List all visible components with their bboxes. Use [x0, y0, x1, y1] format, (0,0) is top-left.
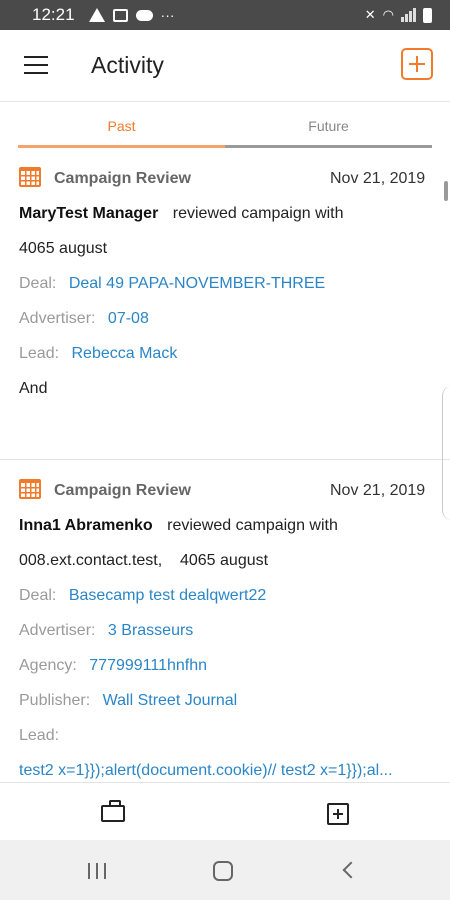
- home-icon[interactable]: [213, 861, 233, 881]
- warning-icon: [88, 8, 105, 22]
- activity-card[interactable]: Campaign Review Nov 21, 2019 MaryTest Ma…: [0, 148, 450, 459]
- briefcase-icon[interactable]: [101, 800, 125, 822]
- lead-label: Lead:: [19, 727, 60, 744]
- calendar-icon: [19, 167, 41, 187]
- page-title: Activity: [91, 52, 164, 78]
- tab-bar: Past Future: [18, 104, 432, 148]
- lead-link[interactable]: Rebecca Mack: [72, 345, 178, 362]
- wifi-icon: ◠: [382, 7, 394, 22]
- publisher-label: Publisher:: [19, 692, 91, 709]
- bottom-nav: [0, 782, 450, 840]
- lead-link[interactable]: test2 x=1}});alert(document.cookie)// te…: [19, 762, 433, 780]
- calendar-icon: [19, 479, 41, 499]
- cloud-icon: [135, 9, 153, 21]
- action-text: reviewed campaign with: [167, 517, 338, 534]
- activity-type: Campaign Review: [54, 170, 191, 187]
- advertiser-row: Advertiser: 07-08: [19, 310, 149, 328]
- advertiser-label: Advertiser:: [19, 622, 96, 639]
- back-icon[interactable]: [342, 861, 360, 879]
- campaign-name: 008.ext.contact.test, 4065 august: [19, 552, 269, 569]
- deal-row: Deal: Basecamp test dealqwert22: [19, 587, 266, 605]
- activity-date: Nov 21, 2019: [330, 170, 426, 187]
- advertiser-link[interactable]: 07-08: [108, 310, 149, 327]
- activity-date: Nov 21, 2019: [330, 482, 426, 499]
- status-time: 12:21: [32, 5, 75, 24]
- add-icon[interactable]: [327, 803, 349, 825]
- agency-label: Agency:: [19, 657, 77, 674]
- activity-summary: MaryTest Manager reviewed campaign with: [19, 205, 344, 223]
- deal-label: Deal:: [19, 275, 57, 292]
- activity-note: And: [19, 380, 48, 397]
- agency-row: Agency: 777999111hnfhn: [19, 657, 207, 675]
- add-activity-button[interactable]: [401, 48, 433, 80]
- tab-past[interactable]: Past: [18, 104, 225, 148]
- actor-name[interactable]: Inna1 Abramenko: [19, 517, 153, 534]
- menu-icon[interactable]: [24, 56, 48, 76]
- tab-future[interactable]: Future: [225, 104, 432, 148]
- deal-link[interactable]: Basecamp test dealqwert22: [69, 587, 266, 604]
- status-bar: 12:21 ··· ✕ ◠: [0, 0, 450, 30]
- image-icon: [112, 8, 128, 22]
- advertiser-row: Advertiser: 3 Brasseurs: [19, 622, 193, 640]
- deal-link[interactable]: Deal 49 PAPA-NOVEMBER-THREE: [69, 275, 325, 292]
- recent-apps-icon[interactable]: [88, 863, 108, 879]
- lead-row: Lead: Rebecca Mack: [19, 345, 177, 363]
- advertiser-label: Advertiser:: [19, 310, 96, 327]
- activity-list[interactable]: Campaign Review Nov 21, 2019 MaryTest Ma…: [0, 148, 450, 782]
- status-system-icons: ✕ ◠: [365, 7, 432, 23]
- lead-label: Lead:: [19, 345, 60, 362]
- agency-link[interactable]: 777999111hnfhn: [89, 657, 207, 674]
- edge-panel-handle[interactable]: [442, 386, 450, 520]
- scrollbar-thumb[interactable]: [444, 181, 448, 201]
- advertiser-link[interactable]: 3 Brasseurs: [108, 622, 193, 639]
- activity-card[interactable]: Campaign Review Nov 21, 2019 Inna1 Abram…: [0, 460, 450, 782]
- mute-icon: ✕: [364, 7, 376, 22]
- battery-icon: [423, 7, 432, 23]
- deal-label: Deal:: [19, 587, 57, 604]
- system-navigation-bar: [0, 840, 450, 900]
- actor-name[interactable]: MaryTest Manager: [19, 205, 158, 222]
- publisher-link[interactable]: Wall Street Journal: [103, 692, 238, 709]
- action-text: reviewed campaign with: [172, 205, 344, 222]
- more-notifications-icon: ···: [160, 7, 175, 23]
- activity-summary: Inna1 Abramenko reviewed campaign with: [19, 517, 338, 535]
- signal-icon: [401, 8, 416, 22]
- campaign-name: 4065 august: [19, 240, 108, 257]
- deal-row: Deal: Deal 49 PAPA-NOVEMBER-THREE: [19, 275, 325, 293]
- publisher-row: Publisher: Wall Street Journal: [19, 692, 237, 710]
- activity-type: Campaign Review: [54, 482, 191, 499]
- status-notification-icons: ···: [88, 7, 175, 23]
- app-bar: Activity: [0, 30, 450, 102]
